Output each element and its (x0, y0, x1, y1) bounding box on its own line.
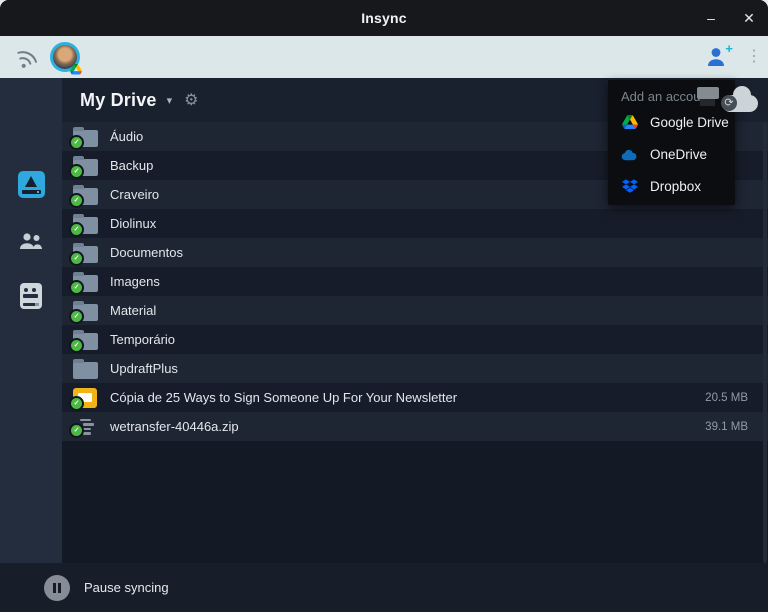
toolbar: + ⋮ (0, 36, 768, 78)
pause-icon[interactable] (44, 574, 70, 601)
synced-check-icon: ✓ (69, 134, 84, 150)
tooltip-remnant (697, 87, 719, 99)
file-row[interactable]: ✓ Material (62, 296, 768, 325)
file-name: Temporário (110, 332, 176, 347)
synced-check-icon: ✓ (69, 308, 84, 324)
synced-check-icon: ✓ (69, 422, 84, 438)
gear-icon[interactable]: ⚙ (184, 90, 198, 110)
file-size: 39.1 MB (705, 420, 748, 433)
my-drive-icon (17, 170, 45, 198)
file-size: 20.5 MB (705, 391, 748, 404)
pause-syncing-label[interactable]: Pause syncing (84, 580, 169, 595)
window-controls: – ✕ (702, 0, 758, 36)
add-account-button[interactable]: + (706, 41, 733, 69)
devices-icon (20, 283, 42, 309)
chevron-down-icon[interactable]: ▾ (167, 94, 173, 107)
sidebar-item-shared-with-me[interactable] (0, 220, 62, 264)
account-avatar[interactable] (50, 42, 82, 75)
scrollbar[interactable] (763, 122, 767, 563)
file-row[interactable]: ✓ Cópia de 25 Ways to Sign Someone Up Fo… (62, 383, 768, 412)
google-drive-icon (621, 114, 639, 130)
file-name: Diolinux (110, 216, 157, 231)
file-name: Documentos (110, 245, 183, 260)
file-row[interactable]: ✓ Documentos (62, 238, 768, 267)
menu-item-onedrive[interactable]: OneDrive (608, 138, 735, 170)
sidebar-item-my-drive[interactable] (0, 162, 62, 206)
file-name: Imagens (110, 274, 160, 289)
file-row[interactable]: UpdraftPlus (62, 354, 768, 383)
menu-item-label: Dropbox (650, 178, 702, 194)
sync-feed-button[interactable]: ⟳ (720, 85, 760, 115)
title-bar: Insync – ✕ (0, 0, 768, 36)
file-row[interactable]: ✓ Diolinux (62, 209, 768, 238)
folder-icon (72, 358, 98, 379)
file-row[interactable]: ✓ wetransfer-40446a.zip 39.1 MB (62, 412, 768, 441)
menu-item-label: Google Drive (650, 114, 729, 130)
sidebar-item-devices[interactable] (0, 274, 62, 318)
synced-check-icon: ✓ (69, 279, 84, 295)
plus-glyph: + (725, 41, 733, 56)
synced-check-icon: ✓ (69, 395, 84, 411)
refresh-icon: ⟳ (721, 95, 737, 111)
window-title: Insync (361, 10, 407, 26)
menu-items: Google Drive OneDrive Dropbox (608, 106, 735, 202)
synced-check-icon: ✓ (69, 221, 84, 237)
synced-check-icon: ✓ (69, 192, 84, 208)
shared-with-me-icon (20, 233, 42, 249)
sidebar (0, 78, 62, 612)
menu-item-label: OneDrive (650, 146, 708, 162)
minimize-button[interactable]: – (702, 10, 720, 26)
file-row[interactable]: ✓ Imagens (62, 267, 768, 296)
synced-check-icon: ✓ (69, 163, 84, 179)
file-name: wetransfer-40446a.zip (110, 419, 239, 434)
menu-item-google-drive[interactable]: Google Drive (608, 106, 735, 138)
file-name: Cópia de 25 Ways to Sign Someone Up For … (110, 390, 458, 405)
file-name: Material (110, 303, 157, 318)
google-drive-badge-icon (70, 62, 82, 75)
status-bar: Pause syncing (0, 563, 768, 612)
overflow-menu-button[interactable]: ⋮ (746, 49, 762, 65)
onedrive-icon (621, 148, 639, 161)
page-title: My Drive (80, 89, 157, 110)
dropbox-icon (621, 179, 639, 193)
synced-check-icon: ✓ (69, 250, 84, 266)
menu-item-dropbox[interactable]: Dropbox (608, 170, 735, 202)
insync-window: Insync – ✕ + ⋮ My Drive ▾ ⚙ ⟳ ✓ Áudio ✓ … (0, 0, 768, 612)
file-row[interactable]: ✓ Temporário (62, 325, 768, 354)
close-button[interactable]: ✕ (740, 10, 758, 27)
file-name: UpdraftPlus (110, 361, 178, 376)
signal-icon (8, 40, 41, 75)
tooltip-remnant-shadow (700, 99, 715, 106)
synced-check-icon: ✓ (69, 337, 84, 353)
